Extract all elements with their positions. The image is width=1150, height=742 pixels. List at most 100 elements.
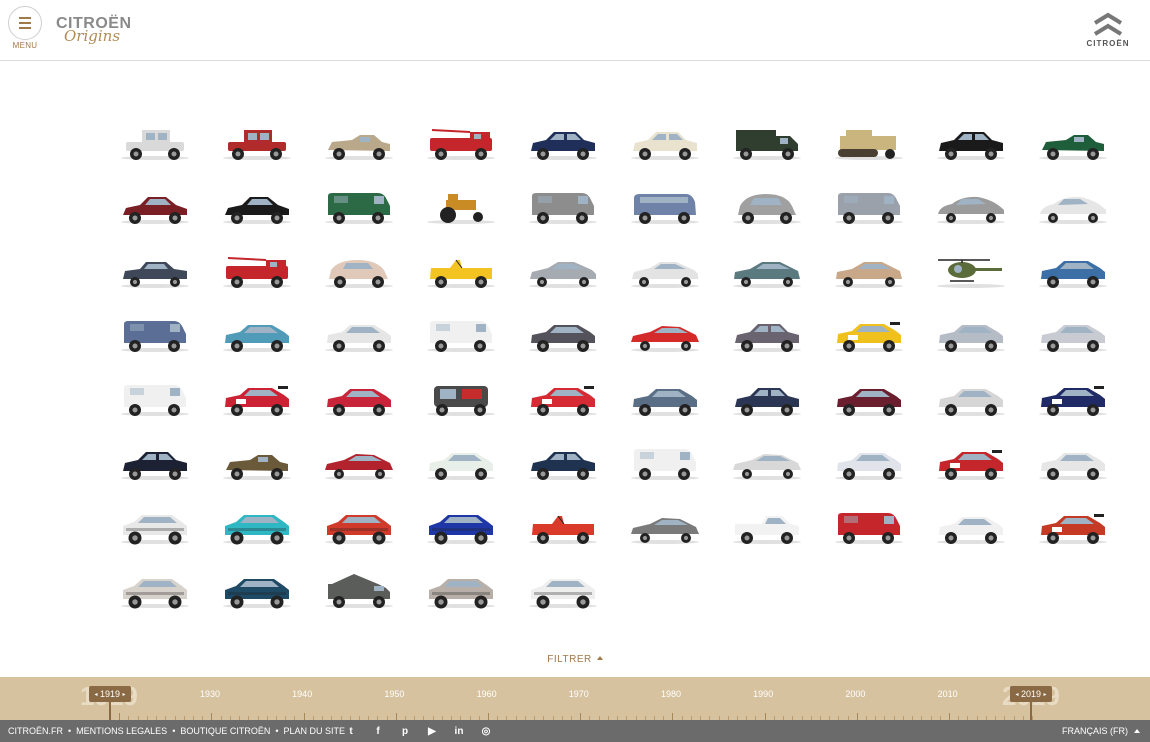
origins-logo[interactable]: Origins (64, 27, 120, 45)
vehicle-card[interactable] (722, 310, 812, 360)
vehicle-card[interactable] (416, 502, 506, 552)
vehicle-card[interactable] (926, 310, 1016, 360)
vehicle-image (427, 194, 495, 224)
footer-link[interactable]: CITROËN.FR (8, 726, 63, 736)
vehicle-card[interactable] (416, 310, 506, 360)
vehicle-card[interactable] (212, 310, 302, 360)
vehicle-card[interactable] (620, 374, 710, 424)
vehicle-card[interactable] (416, 246, 506, 296)
vehicle-card[interactable] (110, 310, 200, 360)
vehicle-card[interactable] (518, 502, 608, 552)
vehicle-card[interactable] (824, 118, 914, 168)
end-year: 2019 (1020, 689, 1042, 699)
vehicle-card[interactable] (620, 246, 710, 296)
vehicle-card[interactable] (212, 246, 302, 296)
vehicle-image (937, 389, 1005, 416)
vehicle-card[interactable] (620, 118, 710, 168)
vehicle-card[interactable] (416, 374, 506, 424)
vehicle-card[interactable] (722, 502, 812, 552)
vehicle-card[interactable] (314, 438, 404, 488)
vehicle-card[interactable] (620, 310, 710, 360)
vehicle-card[interactable] (518, 246, 608, 296)
vehicle-card[interactable] (518, 118, 608, 168)
timeline-start-handle[interactable]: ◂ 1919 ▸ (89, 686, 131, 702)
footer-link[interactable]: PLAN DU SITE (284, 726, 346, 736)
vehicle-card[interactable] (314, 182, 404, 232)
vehicle-card[interactable] (314, 502, 404, 552)
vehicle-card[interactable] (824, 374, 914, 424)
vehicle-card[interactable] (110, 182, 200, 232)
vehicle-card[interactable] (518, 438, 608, 488)
vehicle-card[interactable] (416, 118, 506, 168)
vehicle-card[interactable] (110, 566, 200, 616)
menu-label[interactable]: MENU (8, 41, 42, 50)
vehicle-card[interactable] (926, 182, 1016, 232)
vehicle-card[interactable] (722, 374, 812, 424)
vehicle-card[interactable] (416, 182, 506, 232)
menu-button[interactable] (8, 6, 42, 40)
vehicle-card[interactable] (1028, 438, 1118, 488)
instagram-icon[interactable]: ◎ (479, 724, 493, 738)
vehicle-card[interactable] (212, 374, 302, 424)
pinterest-icon[interactable]: p (398, 724, 412, 738)
vehicle-card[interactable] (518, 182, 608, 232)
vehicle-card[interactable] (1028, 502, 1118, 552)
vehicle-card[interactable] (926, 438, 1016, 488)
vehicle-card[interactable] (518, 310, 608, 360)
citroen-chevrons-icon[interactable] (1090, 10, 1126, 40)
vehicle-image (631, 518, 699, 544)
vehicle-card[interactable] (314, 310, 404, 360)
vehicle-card[interactable] (110, 438, 200, 488)
vehicle-card[interactable] (416, 438, 506, 488)
vehicle-card[interactable] (314, 118, 404, 168)
vehicle-card[interactable] (620, 182, 710, 232)
vehicle-card[interactable] (518, 566, 608, 616)
vehicle-card[interactable] (416, 566, 506, 616)
linkedin-icon[interactable]: in (452, 724, 466, 738)
vehicle-image (1039, 514, 1107, 544)
youtube-icon[interactable]: ▶ (425, 724, 439, 738)
vehicle-card[interactable] (110, 246, 200, 296)
vehicle-image (325, 260, 393, 288)
vehicle-card[interactable] (926, 246, 1016, 296)
vehicle-card[interactable] (1028, 182, 1118, 232)
vehicle-card[interactable] (620, 438, 710, 488)
vehicle-card[interactable] (212, 182, 302, 232)
vehicle-card[interactable] (824, 438, 914, 488)
vehicle-card[interactable] (212, 118, 302, 168)
vehicle-card[interactable] (722, 438, 812, 488)
vehicle-card[interactable] (926, 118, 1016, 168)
vehicle-card[interactable] (1028, 246, 1118, 296)
vehicle-card[interactable] (1028, 310, 1118, 360)
vehicle-card[interactable] (824, 310, 914, 360)
vehicle-card[interactable] (314, 374, 404, 424)
vehicle-card[interactable] (722, 182, 812, 232)
footer-link[interactable]: BOUTIQUE CITROËN (180, 726, 270, 736)
language-selector[interactable]: FRANÇAIS (FR) (1062, 726, 1140, 736)
vehicle-card[interactable] (1028, 374, 1118, 424)
vehicle-card[interactable] (314, 566, 404, 616)
vehicle-card[interactable] (620, 502, 710, 552)
vehicle-card[interactable] (110, 118, 200, 168)
vehicle-card[interactable] (212, 502, 302, 552)
vehicle-card[interactable] (926, 374, 1016, 424)
footer-link[interactable]: MENTIONS LEGALES (76, 726, 167, 736)
vehicle-card[interactable] (722, 246, 812, 296)
vehicle-card[interactable] (314, 246, 404, 296)
timeline-end-handle[interactable]: ◂ 2019 ▸ (1010, 686, 1052, 702)
vehicle-card[interactable] (926, 502, 1016, 552)
vehicle-card[interactable] (824, 246, 914, 296)
vehicle-card[interactable] (110, 502, 200, 552)
vehicle-card[interactable] (212, 566, 302, 616)
vehicle-card[interactable] (824, 182, 914, 232)
vehicle-card[interactable] (518, 374, 608, 424)
vehicle-card[interactable] (1028, 118, 1118, 168)
vehicle-card[interactable] (212, 438, 302, 488)
timeline-bar[interactable]: 1919 2019 1930 1940 1950 1960 1970 1980 1990 20… (0, 677, 1150, 720)
filter-button[interactable]: FILTRER (0, 654, 1150, 665)
facebook-icon[interactable]: f (371, 724, 385, 738)
vehicle-card[interactable] (110, 374, 200, 424)
twitter-icon[interactable]: t (344, 724, 358, 738)
vehicle-card[interactable] (824, 502, 914, 552)
vehicle-card[interactable] (722, 118, 812, 168)
